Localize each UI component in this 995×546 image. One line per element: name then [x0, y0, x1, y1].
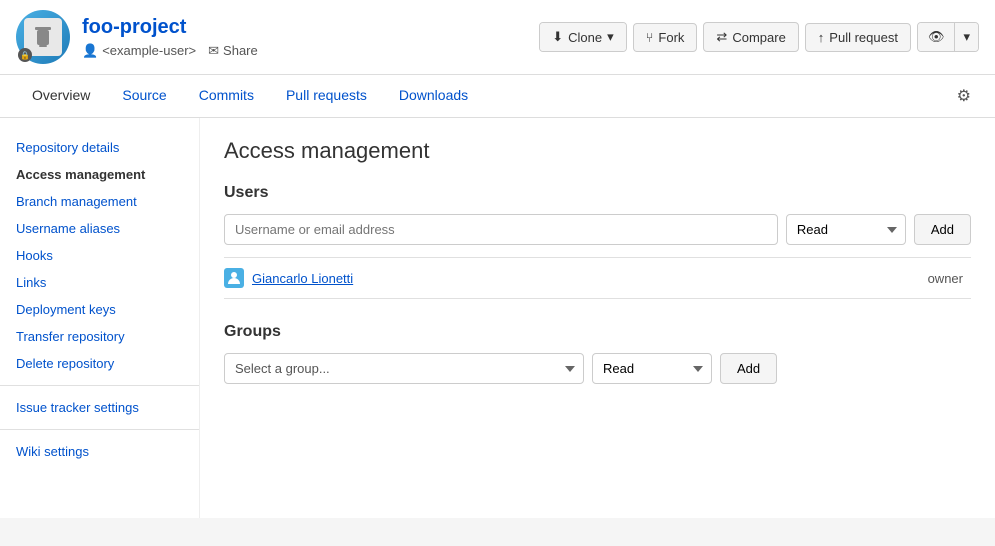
nav-tabs: Overview Source Commits Pull requests Do… [16, 75, 484, 117]
tab-pull-requests[interactable]: Pull requests [270, 75, 383, 117]
page-title: Access management [224, 138, 971, 164]
pull-request-button[interactable]: ↑ Pull request [805, 23, 911, 52]
caret-down-icon: ▾ [963, 29, 970, 45]
main-layout: Repository details Access management Bra… [0, 118, 995, 518]
add-user-button[interactable]: Add [914, 214, 971, 245]
sidebar-item-access-management[interactable]: Access management [0, 161, 199, 188]
tab-source[interactable]: Source [106, 75, 182, 117]
share-button[interactable]: ✉ Share [208, 43, 258, 59]
watch-caret-button[interactable]: ▾ [955, 23, 978, 51]
fork-icon: ⑂ [646, 30, 654, 45]
sidebar-divider-2 [0, 429, 199, 430]
user-icon: 👤 [82, 43, 98, 59]
tab-overview[interactable]: Overview [16, 75, 106, 117]
watch-button[interactable]: 👁 [918, 23, 956, 51]
lock-icon: 🔒 [18, 48, 32, 62]
gear-icon[interactable]: ⚙ [949, 78, 979, 114]
add-group-button[interactable]: Add [720, 353, 777, 384]
tab-downloads[interactable]: Downloads [383, 75, 484, 117]
tab-downloads-link[interactable]: Downloads [383, 75, 484, 117]
clone-group: ⬇ Clone ▾ [539, 22, 626, 52]
table-row: Giancarlo Lionetti owner [224, 258, 971, 299]
user-role: owner [928, 271, 971, 286]
repo-user: 👤 <example-user> [82, 43, 196, 59]
compare-button[interactable]: ⇄ Compare [703, 22, 798, 52]
group-permission-select[interactable]: Read Write Admin [592, 353, 712, 384]
user-list: Giancarlo Lionetti owner [224, 257, 971, 299]
watch-group: 👁 ▾ [917, 22, 979, 52]
add-group-row: Select a group... Read Write Admin Add [224, 353, 971, 384]
repo-name: foo-project [82, 16, 258, 39]
sidebar-item-hooks[interactable]: Hooks [0, 242, 199, 269]
sidebar-item-username-aliases[interactable]: Username aliases [0, 215, 199, 242]
sidebar-item-wiki-settings[interactable]: Wiki settings [0, 438, 199, 465]
groups-section-title: Groups [224, 323, 971, 341]
sidebar-section-wiki: Wiki settings [0, 438, 199, 465]
sidebar-item-branch-management[interactable]: Branch management [0, 188, 199, 215]
sidebar: Repository details Access management Bra… [0, 118, 200, 518]
sidebar-item-transfer-repository[interactable]: Transfer repository [0, 323, 199, 350]
sidebar-divider-1 [0, 385, 199, 386]
clone-button[interactable]: ⬇ Clone ▾ [540, 23, 625, 51]
eye-icon: 👁 [928, 29, 945, 45]
sidebar-item-delete-repository[interactable]: Delete repository [0, 350, 199, 377]
repo-meta: 👤 <example-user> ✉ Share [82, 43, 258, 59]
tab-commits-link[interactable]: Commits [183, 75, 270, 117]
user-info: Giancarlo Lionetti [224, 268, 353, 288]
groups-section: Groups Select a group... Read Write Admi… [224, 323, 971, 384]
avatar [224, 268, 244, 288]
header-actions: ⬇ Clone ▾ ⑂ Fork ⇄ Compare ↑ Pull reques… [539, 22, 979, 52]
caret-down-icon: ▾ [607, 29, 614, 45]
fork-button[interactable]: ⑂ Fork [633, 23, 698, 52]
email-icon: ✉ [208, 43, 219, 59]
username-email-input[interactable] [224, 214, 778, 245]
tab-overview-link[interactable]: Overview [16, 75, 106, 117]
user-permission-select[interactable]: Read Write Admin [786, 214, 906, 245]
sidebar-item-repository-details[interactable]: Repository details [0, 134, 199, 161]
sidebar-section-repo: Repository details Access management Bra… [0, 134, 199, 377]
compare-icon: ⇄ [716, 29, 727, 45]
users-section-title: Users [224, 184, 971, 202]
pull-request-icon: ↑ [818, 30, 825, 45]
add-user-row: Read Write Admin Add [224, 214, 971, 245]
sidebar-item-issue-tracker-settings[interactable]: Issue tracker settings [0, 394, 199, 421]
header: 🔒 foo-project 👤 <example-user> ✉ Share ⬇… [0, 0, 995, 75]
users-section: Users Read Write Admin Add [224, 184, 971, 299]
user-name-link[interactable]: Giancarlo Lionetti [252, 271, 353, 286]
tab-source-link[interactable]: Source [106, 75, 182, 117]
tab-pull-requests-link[interactable]: Pull requests [270, 75, 383, 117]
clone-icon: ⬇ [552, 29, 563, 45]
sidebar-item-links[interactable]: Links [0, 269, 199, 296]
header-left: 🔒 foo-project 👤 <example-user> ✉ Share [16, 10, 258, 64]
sidebar-item-deployment-keys[interactable]: Deployment keys [0, 296, 199, 323]
nav-bar: Overview Source Commits Pull requests Do… [0, 75, 995, 118]
group-select[interactable]: Select a group... [224, 353, 584, 384]
repo-info: foo-project 👤 <example-user> ✉ Share [82, 16, 258, 59]
tab-commits[interactable]: Commits [183, 75, 270, 117]
content-area: Access management Users Read Write Admin… [200, 118, 995, 518]
repo-avatar: 🔒 [16, 10, 70, 64]
sidebar-section-issue: Issue tracker settings [0, 394, 199, 421]
